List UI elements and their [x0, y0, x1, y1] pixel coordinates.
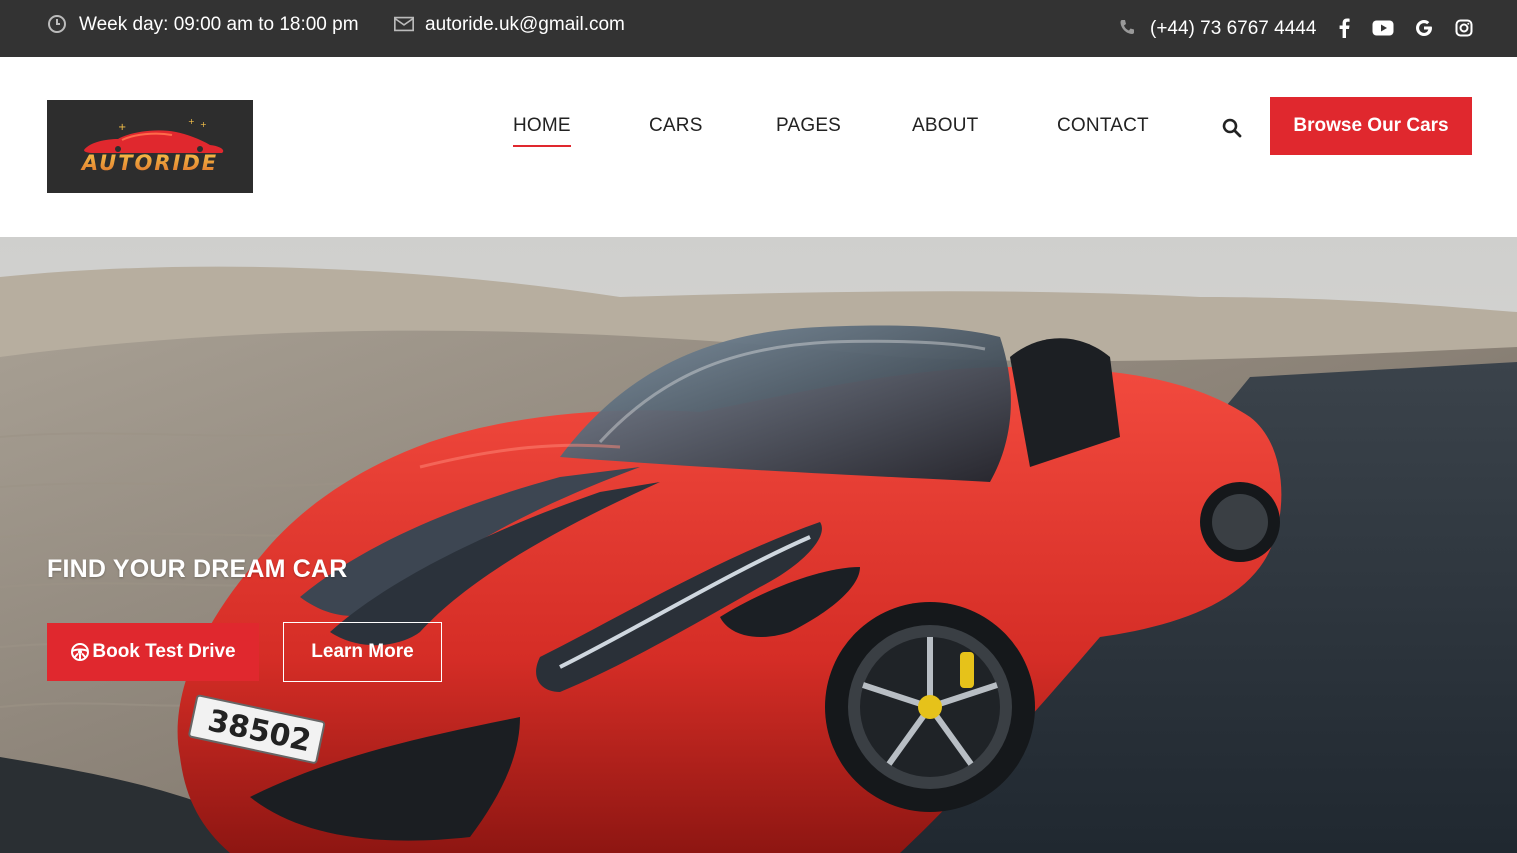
contact-phone[interactable]: (+44) 73 6767 4444 [1118, 4, 1316, 54]
nav-about[interactable]: ABOUT [912, 115, 978, 137]
phone-icon [1118, 18, 1140, 40]
mail-icon [393, 14, 415, 36]
svg-text:+: + [118, 122, 126, 133]
book-test-drive-label: Book Test Drive [92, 641, 236, 662]
search-icon[interactable] [1221, 117, 1243, 139]
learn-more-button[interactable]: Learn More [283, 622, 442, 682]
nav-contact[interactable]: CONTACT [1057, 115, 1149, 137]
svg-text:+: + [188, 117, 195, 126]
hero-image: 38502 [0, 237, 1517, 853]
hero-title: FIND YOUR DREAM CAR [47, 555, 348, 583]
steering-wheel-icon [70, 642, 90, 662]
site-header: + + + AUTORIDE HOME CARS PAGES ABOUT CON… [0, 57, 1517, 237]
clock-icon [47, 14, 69, 36]
instagram-icon[interactable] [1452, 14, 1476, 42]
browse-cars-button[interactable]: Browse Our Cars [1270, 97, 1472, 155]
nav-pages[interactable]: PAGES [776, 115, 841, 137]
business-hours: Week day: 09:00 am to 18:00 pm [47, 0, 359, 50]
book-test-drive-button[interactable]: Book Test Drive [47, 623, 259, 681]
phone-text[interactable]: (+44) 73 6767 4444 [1150, 18, 1316, 40]
google-icon[interactable] [1412, 14, 1436, 42]
logo[interactable]: + + + AUTORIDE [47, 100, 253, 193]
nav-home[interactable]: HOME [513, 115, 571, 147]
logo-graphic: + + + AUTORIDE [80, 117, 224, 175]
facebook-icon[interactable] [1332, 14, 1356, 42]
svg-text:AUTORIDE: AUTORIDE [80, 151, 218, 175]
hero-banner: 38502 FIND YOUR DREAM CAR Book Test Driv… [0, 237, 1517, 853]
contact-email[interactable]: autoride.uk@gmail.com [393, 0, 625, 50]
svg-text:+: + [200, 120, 207, 129]
youtube-icon[interactable] [1371, 14, 1395, 42]
hours-text: Week day: 09:00 am to 18:00 pm [79, 14, 359, 35]
nav-cars[interactable]: CARS [649, 115, 703, 137]
top-bar: Week day: 09:00 am to 18:00 pm autoride.… [0, 0, 1517, 57]
email-text[interactable]: autoride.uk@gmail.com [425, 14, 625, 36]
